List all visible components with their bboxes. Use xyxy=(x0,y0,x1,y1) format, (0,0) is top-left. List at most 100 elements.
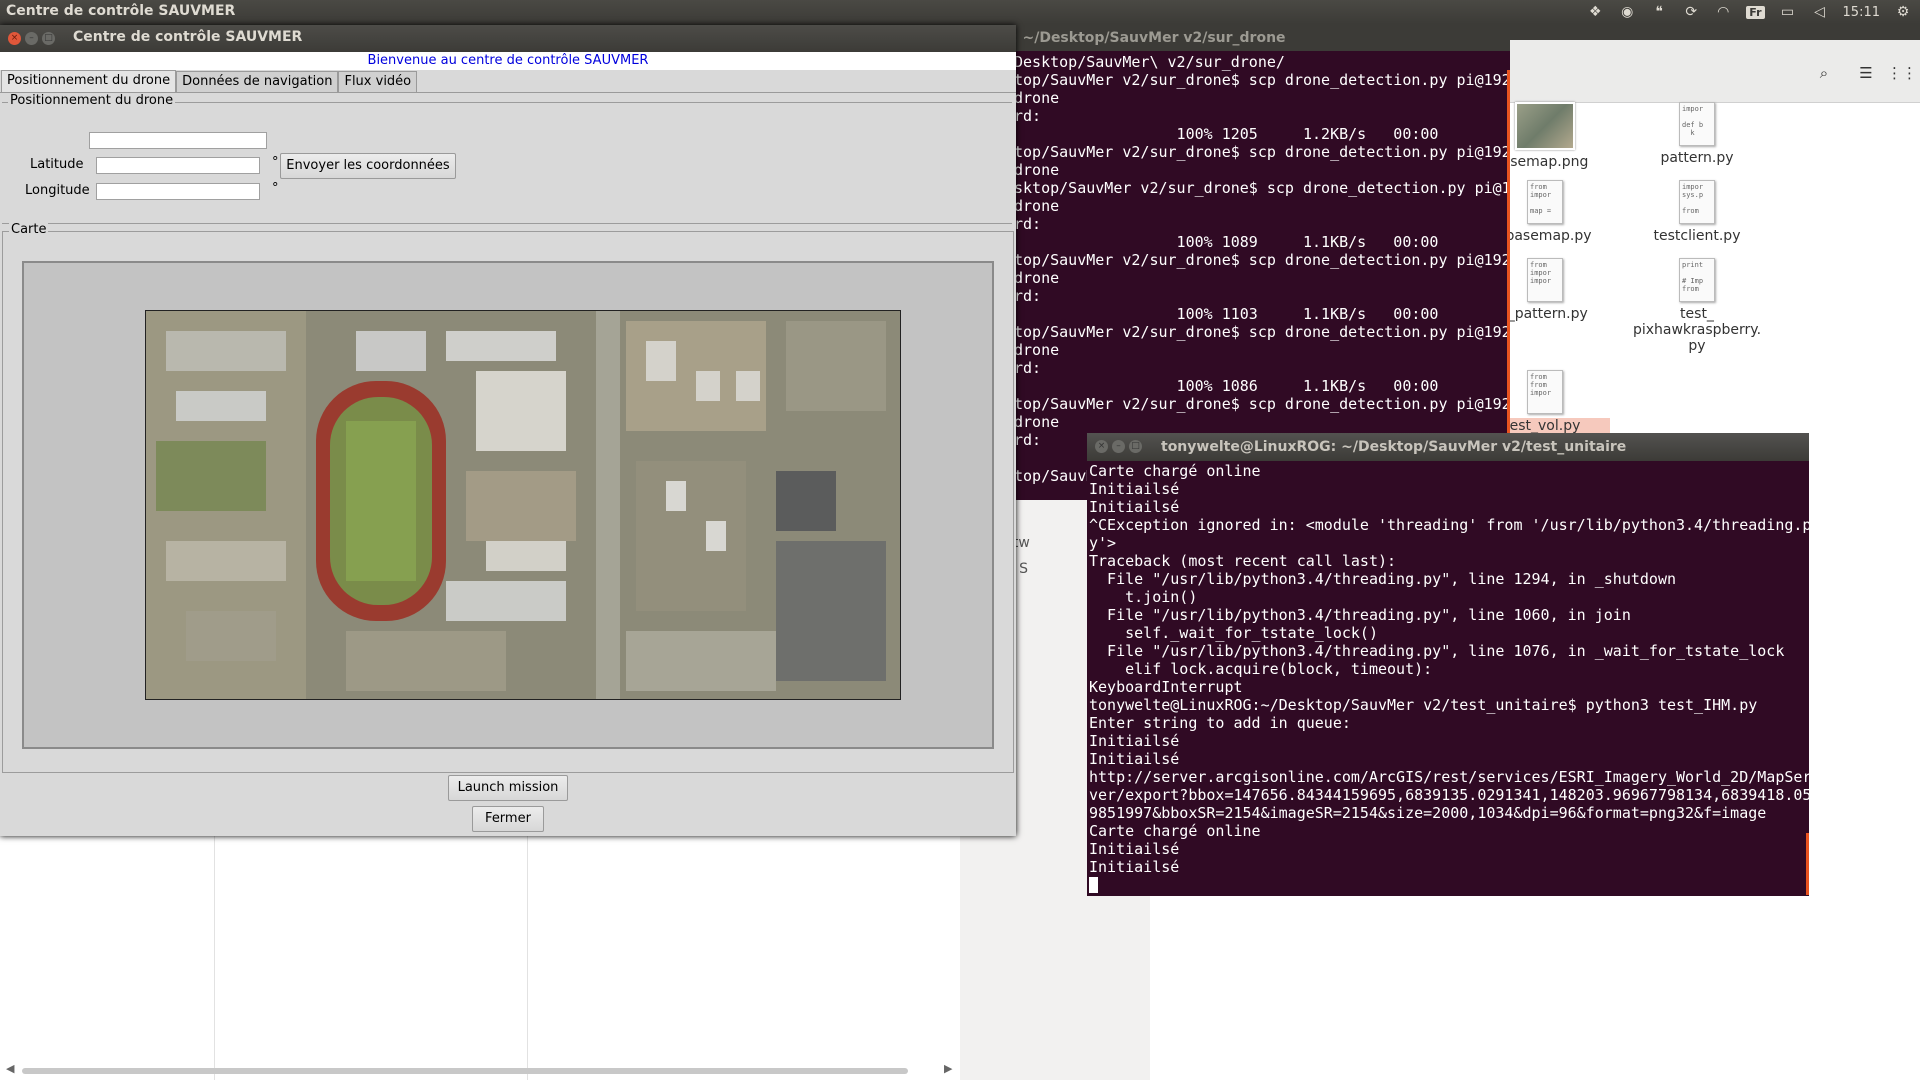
terminal-line: ^CException ignored in: <module 'threadi… xyxy=(1089,516,1809,534)
terminal-line: Enter string to add in queue: xyxy=(1089,714,1351,732)
close-button[interactable]: Fermer xyxy=(472,806,544,832)
terminal-line: Initiailsé xyxy=(1089,732,1180,750)
terminal-line: Initiailsé xyxy=(1089,498,1180,516)
file-item[interactable]: impor sys.p from testclient.py xyxy=(1632,180,1762,244)
maximize-icon[interactable]: □ xyxy=(1129,440,1142,453)
terminal-line: ver/export?bbox=147656.84344159695,68391… xyxy=(1089,786,1809,804)
terminal-line: Initiailsé xyxy=(1089,858,1180,876)
terminal-line: 100% 1103 1.1KB/s 00:00 xyxy=(1014,305,1439,323)
gear-icon[interactable]: ⚙ xyxy=(1894,3,1912,21)
list-view-icon[interactable]: ☰ xyxy=(1852,62,1880,84)
terminal-line: File "/usr/lib/python3.4/threading.py", … xyxy=(1089,606,1631,624)
terminal-line: rd: xyxy=(1014,215,1042,233)
terminal-line: Initiailsé xyxy=(1089,750,1180,768)
dropbox-icon[interactable]: ❖ xyxy=(1586,3,1604,21)
background-window: ◀ ▶ xyxy=(0,830,960,1080)
sauvmer-app-window: × – □ Centre de contrôle SAUVMER Bienven… xyxy=(0,25,1016,836)
image-file-icon xyxy=(1515,102,1575,150)
latitude-input[interactable] xyxy=(96,157,260,174)
degree-symbol: ° xyxy=(272,155,279,170)
terminal-line: y'> xyxy=(1089,534,1117,552)
python-file-icon: from impor impor xyxy=(1527,258,1563,302)
file-name: testclient.py xyxy=(1653,228,1741,244)
tab-bar: Positionnement du drone Données de navig… xyxy=(0,70,1016,93)
file-item[interactable]: print # Imp from test_ pixhawkraspberry.… xyxy=(1632,258,1762,354)
terminal-window-sur-drone[interactable]: : ~/Desktop/SauvMer v2/sur_drone Desktop… xyxy=(1010,25,1510,500)
map-canvas[interactable] xyxy=(22,261,994,749)
scroll-left-icon[interactable]: ◀ xyxy=(6,1062,14,1075)
battery-icon[interactable]: ▭ xyxy=(1779,3,1797,21)
terminal-line: rd: xyxy=(1014,287,1042,305)
column-divider xyxy=(527,830,528,1080)
degree-symbol: ° xyxy=(272,181,279,196)
search-icon[interactable]: ⌕ xyxy=(1810,62,1838,84)
terminal-line: top/SauvMer v2/sur_drone$ scp drone_dete… xyxy=(1014,395,1510,413)
python-file-icon: from from impor xyxy=(1527,370,1563,414)
close-icon[interactable]: × xyxy=(8,32,21,45)
python-file-icon: impor def b k xyxy=(1679,102,1715,146)
terminal-line: rd: xyxy=(1014,107,1042,125)
file-item[interactable]: impor def b k pattern.py xyxy=(1632,102,1762,166)
terminal-line: Initiailsé xyxy=(1089,840,1180,858)
tab-positionnement[interactable]: Positionnement du drone xyxy=(1,70,177,92)
scroll-right-icon[interactable]: ▶ xyxy=(944,1062,952,1075)
terminal-scrollbar[interactable] xyxy=(1806,833,1809,895)
clock[interactable]: 15:11 xyxy=(1843,5,1880,20)
terminal-line: Carte chargé online xyxy=(1089,822,1261,840)
keyboard-layout-indicator[interactable]: Fr xyxy=(1746,5,1765,19)
terminal-line: sktop/SauvMer v2/sur_drone$ scp drone_de… xyxy=(1014,179,1510,197)
hangouts-icon[interactable]: ❝ xyxy=(1650,3,1668,21)
file-name: test_ pixhawkraspberry. py xyxy=(1632,306,1762,354)
python-file-icon: from impor map = xyxy=(1527,180,1563,224)
longitude-label: Longitude xyxy=(25,183,90,198)
update-icon[interactable]: ⟳ xyxy=(1682,3,1700,21)
system-tray: ❖ ◉ ❝ ⟳ ◠ Fr ▭ ◁ 15:11 ⚙ xyxy=(1586,2,1912,22)
chrome-icon[interactable]: ◉ xyxy=(1618,3,1636,21)
wifi-icon[interactable]: ◠ xyxy=(1714,3,1732,21)
terminal-output: Carte chargé online Initiailsé Initiailsé ^… xyxy=(1087,461,1809,894)
terminal-window-test-unitaire[interactable]: × – □ tonywelte@LinuxROG: ~/Desktop/Sauv… xyxy=(1087,433,1809,896)
terminal-line: File "/usr/lib/python3.4/threading.py", … xyxy=(1089,642,1785,660)
terminal-line: drone xyxy=(1014,413,1060,431)
terminal-line: top/SauvMer v2/sur_drone$ scp drone_dete… xyxy=(1014,251,1510,269)
minimize-icon[interactable]: – xyxy=(1112,440,1125,453)
terminal-line: elif lock.acquire(block, timeout): xyxy=(1089,660,1433,678)
terminal-line: tonywelte@LinuxROG:~/Desktop/SauvMer v2/… xyxy=(1089,696,1758,714)
top-panel: Centre de contrôle SAUVMER ❖ ◉ ❝ ⟳ ◠ Fr … xyxy=(0,0,1920,24)
terminal-line: rd: xyxy=(1014,359,1042,377)
tab-navigation[interactable]: Données de navigation xyxy=(176,71,339,92)
app-titlebar: × – □ Centre de contrôle SAUVMER xyxy=(0,25,1016,52)
horizontal-scrollbar[interactable] xyxy=(22,1068,908,1074)
terminal-line: drone xyxy=(1014,341,1060,359)
terminal-line: drone xyxy=(1014,269,1060,287)
satellite-map-image[interactable] xyxy=(145,310,901,700)
terminal-line: t.join() xyxy=(1089,588,1198,606)
terminal-line: File "/usr/lib/python3.4/threading.py", … xyxy=(1089,570,1676,588)
launch-mission-button[interactable]: Launch mission xyxy=(448,775,568,801)
latitude-label: Latitude xyxy=(30,157,84,172)
terminal-line: Desktop/SauvMer\ v2/sur_drone/ xyxy=(1014,53,1285,71)
longitude-input[interactable] xyxy=(96,183,260,200)
grid-view-icon[interactable]: ⋮⋮ xyxy=(1887,62,1917,84)
tab-flux-video[interactable]: Flux vidéo xyxy=(338,71,418,92)
minimize-icon[interactable]: – xyxy=(25,32,38,45)
terminal-line: 100% 1086 1.1KB/s 00:00 xyxy=(1014,377,1439,395)
terminal-titlebar: × – □ tonywelte@LinuxROG: ~/Desktop/Sauv… xyxy=(1087,433,1809,461)
terminal-line: Traceback (most recent call last): xyxy=(1089,552,1397,570)
file-name: pattern.py xyxy=(1660,150,1734,166)
close-icon[interactable]: × xyxy=(1095,440,1108,453)
position-group-legend: Positionnement du drone xyxy=(8,93,176,108)
map-group-legend: Carte xyxy=(9,222,49,237)
terminal-title: : ~/Desktop/SauvMer v2/sur_drone xyxy=(1010,25,1510,51)
terminal-line: drone xyxy=(1014,197,1060,215)
position-top-field[interactable] xyxy=(89,132,267,149)
volume-icon[interactable]: ◁ xyxy=(1811,3,1829,21)
terminal-line: top/SauvMer v2/sur_drone$ scp drone_dete… xyxy=(1014,323,1510,341)
terminal-line: http://server.arcgisonline.com/ArcGIS/re… xyxy=(1089,768,1809,786)
terminal-line: drone xyxy=(1014,89,1060,107)
terminal-line: 100% 1089 1.1KB/s 00:00 xyxy=(1014,233,1439,251)
maximize-icon[interactable]: □ xyxy=(42,32,55,45)
send-coordinates-button[interactable]: Envoyer les coordonnées xyxy=(280,153,456,179)
satellite-map-drawing xyxy=(146,311,900,699)
terminal-title: tonywelte@LinuxROG: ~/Desktop/SauvMer v2… xyxy=(1161,439,1627,455)
